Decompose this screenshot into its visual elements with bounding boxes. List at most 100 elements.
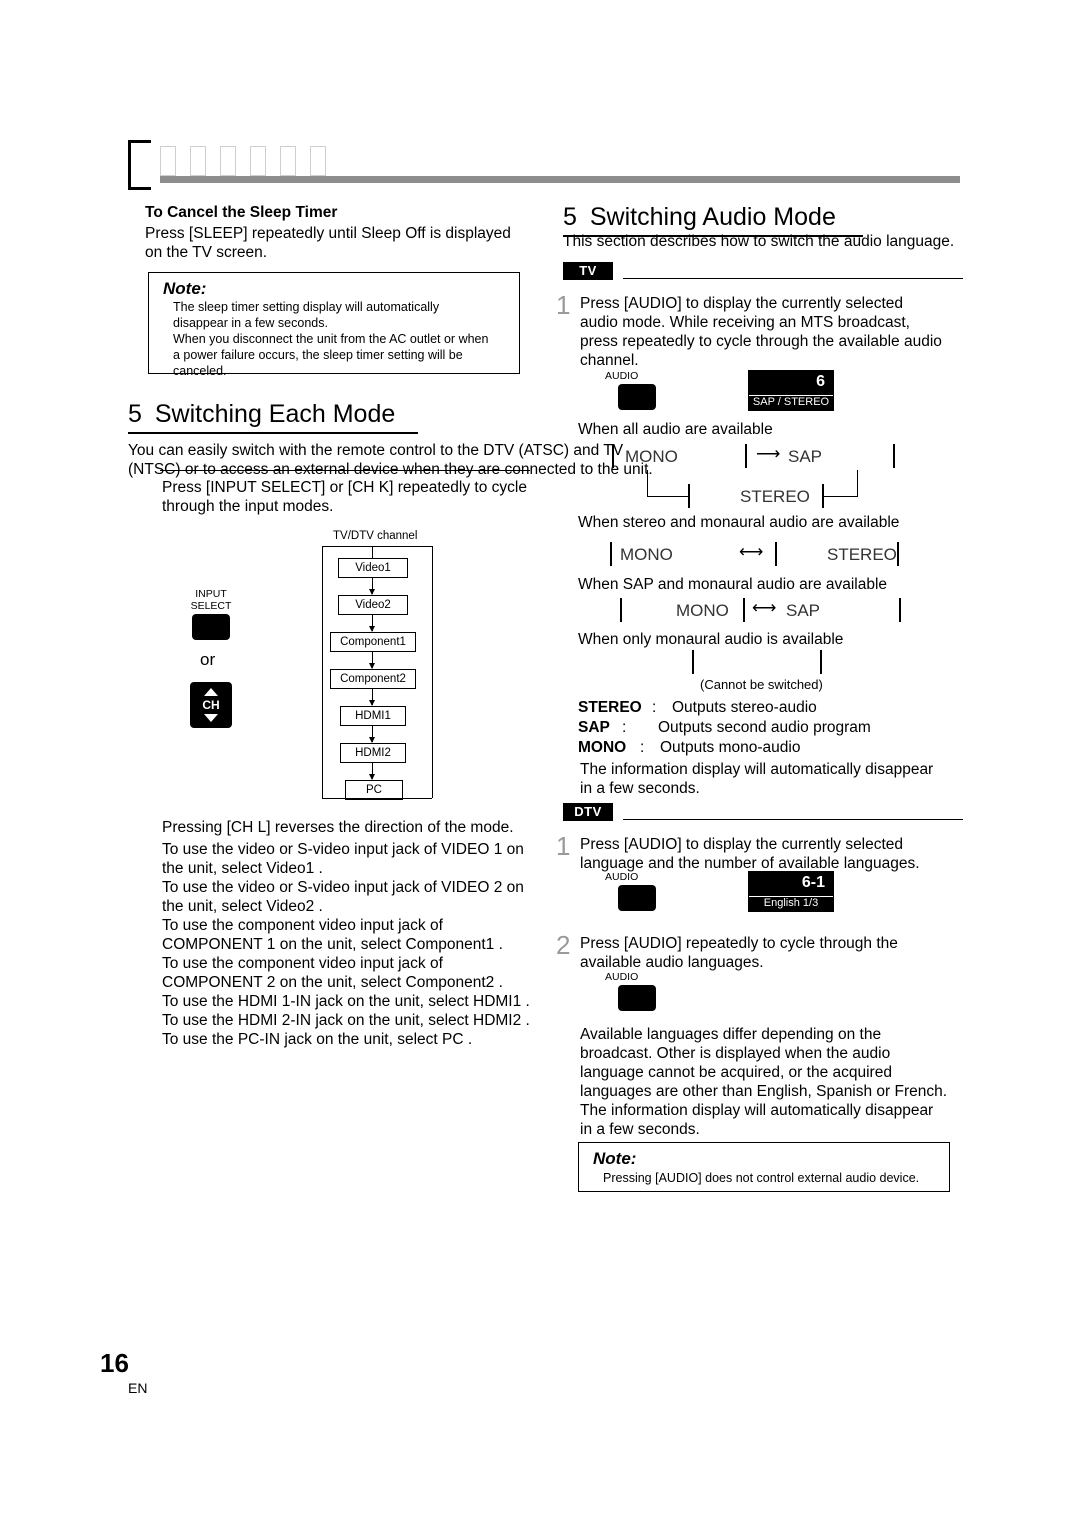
cycle-spm-sap: SAP [786,601,821,620]
flow-loop-bottom [322,798,432,799]
cycle-mono-bar-1 [692,650,694,674]
case-stereo-mono: When stereo and monaural audio are avail… [578,514,900,531]
flow-loop-top [322,546,432,547]
flow-arrow-2 [369,614,375,632]
section-title-audio: Switching Audio Mode [589,203,836,231]
cycle-spm-bar-3 [899,598,901,622]
osd-dtv-value: 6-1 [801,874,825,891]
section-heading-each-mode: 5 Switching Each Mode [128,400,395,429]
cycle-sm-stereo: STEREO [827,545,897,564]
left-body-5: To use the component video input jack of [162,917,443,934]
osd-dtv-panel: 6-1 [748,871,834,895]
osd-dtv-sub-panel: English 1/3 [748,893,834,912]
note-title: Note: [163,279,207,298]
cycle-mono-bar-2 [820,650,822,674]
dtv-tag: DTV [563,803,613,821]
tv-step1-line2: audio mode. While receiving an MTS broad… [580,314,910,331]
cycle-sm-bar-1 [610,542,612,566]
note-line-1: The sleep timer setting display will aut… [173,300,440,314]
left-body-0: Pressing [CH L] reverses the direction o… [162,819,514,836]
audio-key-dtv-1[interactable] [618,885,656,911]
dtv-body-3: languages are other than English, Spanis… [580,1083,948,1100]
tv-tag-rule [623,278,963,279]
left-body-9: To use the HDMI 1-IN jack on the unit, s… [162,993,530,1010]
manual-page: To Cancel the Sleep Timer Press [SLEEP] … [0,0,1080,1528]
flow-item-component2: Component2 [330,669,416,689]
case-sap-mono: When SAP and monaural audio are availabl… [578,576,888,593]
cycle-all-bar-1 [612,444,614,468]
press-input-select-2: through the input modes. [162,498,334,515]
info-tv-1: The information display will automatical… [580,761,934,778]
def-colon-mono: : [640,739,645,756]
cycle-all-arrow-right: ⟶ [756,444,781,463]
left-body-1: To use the video or S-video input jack o… [162,841,524,858]
flow-item-pc: PC [345,780,403,800]
audio-intro: This section describes how to switch the… [563,233,955,250]
cancel-sleep-line1: Press [SLEEP] repeatedly until Sleep Off… [145,225,511,242]
chevron-down-icon [204,714,218,722]
chevron-up-icon [204,688,218,696]
def-term-mono: MONO [578,739,627,756]
left-body-11: To use the PC-IN jack on the unit, selec… [162,1031,473,1048]
flow-item-component1: Component1 [330,632,416,652]
section-title: Switching Each Mode [154,400,396,428]
each-mode-intro-1: You can easily switch with the remote co… [128,442,624,459]
note-box-sleep: Note: The sleep timer setting display wi… [148,272,520,378]
def-desc-sap: Outputs second audio program [658,719,871,736]
case-all-audio: When all audio are available [578,421,773,438]
dtv-step1-number: 1 [556,831,571,861]
cycle-sm-bar-2 [775,542,777,566]
cycle-sm-mono: MONO [620,545,673,564]
input-select-label-line1: INPUT [195,588,227,600]
flow-loop-left [322,546,323,798]
note-box-dtv: Note: Pressing [AUDIO] does not control … [578,1142,950,1192]
cancel-sleep-line2: on the TV screen. [145,244,268,261]
osd-tv-panel: 6 [748,370,834,394]
input-select-key[interactable] [192,614,230,640]
cycle-spm-bar-1 [620,598,622,622]
dtv-tag-rule [623,819,963,820]
left-body-2: the unit, select Video1 . [162,860,323,877]
cycle-all-bar-3 [893,444,895,468]
tv-tag: TV [563,262,613,280]
dtv-body-4: The information display will automatical… [580,1102,934,1119]
cycle-all-connector-left-v [647,470,648,496]
flow-loop-entry [372,546,373,558]
dtv-body-5: in a few seconds. [580,1121,700,1138]
info-tv-2: in a few seconds. [580,780,700,797]
def-desc-mono: Outputs mono-audio [660,739,801,756]
flow-item-hdmi2: HDMI2 [340,743,406,763]
dtv-step2-number: 2 [556,930,571,960]
audio-key-tv[interactable] [618,384,656,410]
case-mono-only: When only monaural audio is available [578,631,844,648]
cycle-all-connector-left-h [647,496,689,497]
dtv-step2-line1: Press [AUDIO] repeatedly to cycle throug… [580,935,898,952]
header-bracket [128,140,151,190]
flow-arrow-5 [369,725,375,743]
divider-line-left [160,470,530,471]
section-number: 5 [128,400,142,428]
note-line-dtv: Pressing [AUDIO] does not control extern… [603,1171,920,1185]
cycle-all-bar-2 [745,444,747,468]
page-number: 16 [100,1348,129,1378]
input-select-label-line2: SELECT [190,600,232,612]
section-number-audio: 5 [563,203,577,231]
cycle-spm-bar-2 [743,598,745,622]
note-title-dtv: Note: [593,1149,637,1168]
press-input-select-1: Press [INPUT SELECT] or [CH K] repeatedl… [162,479,527,496]
flow-arrow-6 [369,762,375,780]
cancel-sleep-title: To Cancel the Sleep Timer [145,204,338,221]
audio-key-dtv-2[interactable] [618,985,656,1011]
dtv-body-1: broadcast. Other is displayed when the a… [580,1045,891,1062]
def-desc-stereo: Outputs stereo-audio [672,699,817,716]
note-line-2: disappear in a few seconds. [173,316,328,330]
header-glyph-blocks [160,146,340,176]
audio-key-label-dtv-2: AUDIO [605,971,639,983]
dtv-step2-line2: available audio languages. [580,954,764,971]
header-rule [160,176,960,183]
flow-loop-right [432,546,433,798]
section-heading-audio-mode: 5 Switching Audio Mode [563,203,836,232]
def-colon-sap: : [622,719,627,736]
note-line-3: When you disconnect the unit from the AC… [173,332,489,346]
cycle-all-connector-right-h [822,496,858,497]
